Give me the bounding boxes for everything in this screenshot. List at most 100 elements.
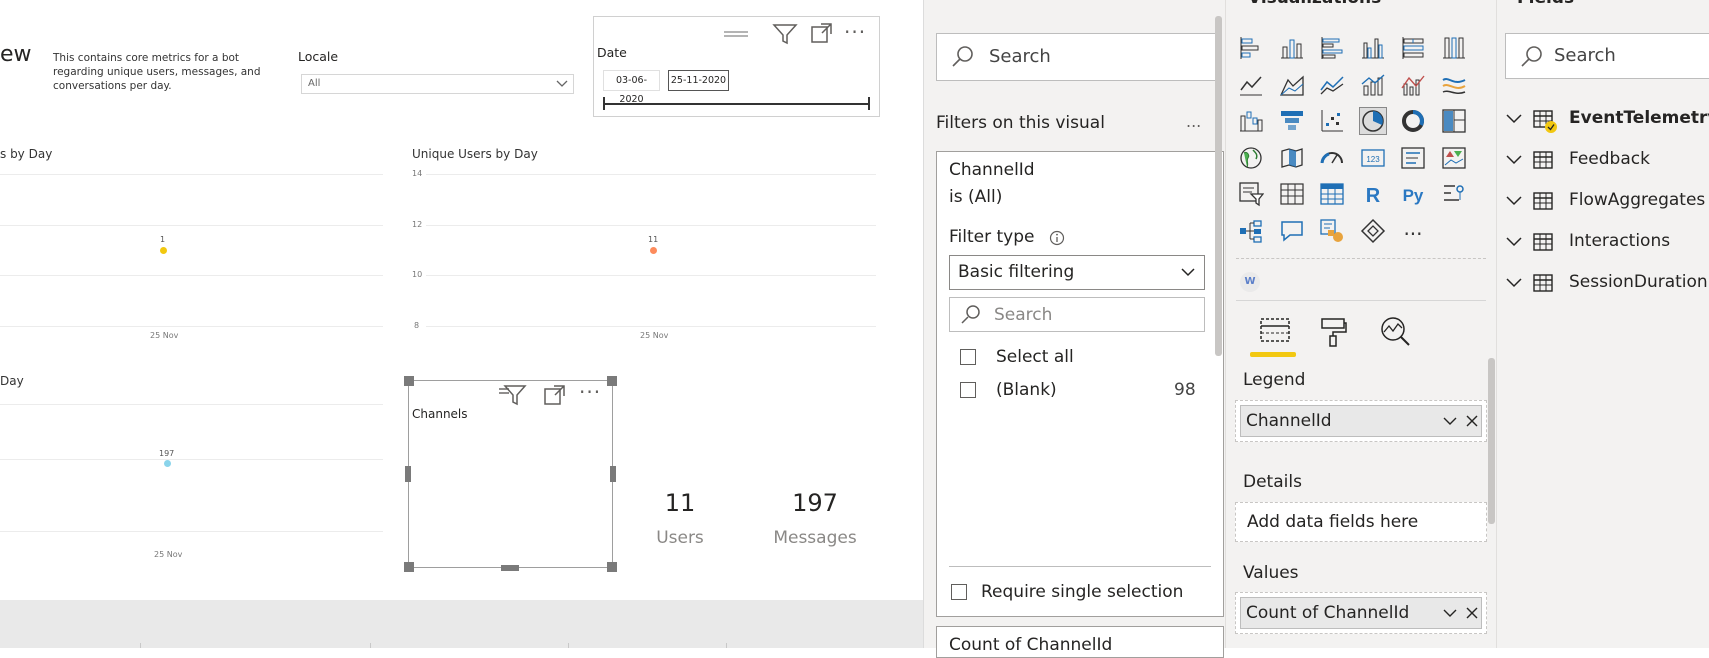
resize-handle[interactable] — [607, 562, 617, 572]
remove-field-icon[interactable] — [1464, 605, 1480, 621]
chevron-down-icon[interactable] — [1505, 277, 1523, 289]
values-field-pill[interactable]: Count of ChannelId — [1240, 597, 1482, 629]
fields-search-box[interactable]: Search — [1505, 33, 1709, 79]
remove-field-icon[interactable] — [1464, 413, 1480, 429]
drag-handle-icon[interactable] — [722, 27, 750, 39]
legend-field-pill[interactable]: ChannelId — [1240, 405, 1482, 437]
values-well[interactable]: Count of ChannelId — [1235, 592, 1487, 634]
filters-scrollbar[interactable] — [1215, 16, 1222, 356]
100-stacked-bar-chart-icon[interactable] — [1400, 35, 1426, 61]
filter-values-search[interactable]: Search — [949, 297, 1205, 332]
field-table-row[interactable]: EventTelemetry — [1497, 104, 1709, 134]
waterfall-chart-icon[interactable] — [1238, 108, 1264, 134]
field-table-row[interactable]: SessionDuration — [1497, 268, 1709, 298]
chevron-down-icon[interactable] — [1505, 195, 1523, 207]
decomposition-tree-icon[interactable] — [1238, 218, 1264, 244]
legend-well[interactable]: ChannelId — [1235, 400, 1487, 442]
r-visual-icon[interactable]: R — [1360, 181, 1386, 207]
date-slicer[interactable]: ··· Date 03-06-2020 25-11-2020 — [593, 16, 880, 117]
blank-checkbox[interactable] — [960, 382, 976, 398]
field-table-row[interactable]: Feedback — [1497, 145, 1709, 175]
data-point[interactable] — [160, 247, 167, 254]
details-well-label: Details — [1243, 472, 1302, 492]
filter-field-name: ChannelId — [949, 160, 1035, 180]
line-and-stacked-column-icon[interactable] — [1360, 72, 1386, 98]
key-influencers-icon[interactable] — [1441, 181, 1467, 207]
format-paint-roller-icon[interactable] — [1318, 316, 1348, 348]
channels-visual[interactable]: Channels ··· — [408, 380, 613, 568]
chevron-down-icon[interactable] — [1442, 415, 1458, 427]
resize-handle[interactable] — [405, 466, 411, 482]
date-start-input[interactable]: 03-06-2020 — [603, 70, 660, 105]
donut-chart-icon[interactable] — [1400, 108, 1426, 134]
stacked-bar-chart-icon[interactable] — [1238, 35, 1264, 61]
ribbon-chart-icon[interactable] — [1441, 72, 1467, 98]
resize-handle[interactable] — [404, 562, 414, 572]
filter-card[interactable]: ChannelId is (All) Filter type Basic fil… — [936, 151, 1224, 617]
matrix-icon[interactable] — [1319, 181, 1345, 207]
info-icon[interactable] — [1049, 230, 1065, 246]
pie-chart-icon[interactable] — [1358, 107, 1387, 135]
focus-mode-icon[interactable] — [543, 384, 567, 406]
data-point[interactable] — [164, 460, 171, 467]
gauge-icon[interactable] — [1319, 145, 1345, 171]
line-and-clustered-column-icon[interactable] — [1400, 72, 1426, 98]
analytics-magnifier-icon[interactable] — [1378, 316, 1412, 348]
resize-handle[interactable] — [501, 565, 519, 571]
filters-more-icon[interactable]: ... — [1186, 112, 1201, 131]
chevron-down-icon[interactable] — [1505, 113, 1523, 125]
details-well[interactable]: Add data fields here — [1235, 502, 1487, 542]
power-apps-icon[interactable] — [1360, 218, 1386, 244]
filter-icon[interactable] — [772, 22, 798, 46]
more-visuals-icon[interactable]: ... — [1400, 218, 1426, 244]
multi-row-card-icon[interactable] — [1400, 145, 1426, 171]
map-icon[interactable] — [1238, 145, 1264, 171]
stacked-column-chart-icon[interactable] — [1279, 35, 1305, 61]
field-table-row[interactable]: Interactions — [1497, 227, 1709, 257]
legend-field-name: ChannelId — [1246, 411, 1332, 431]
date-range-slider[interactable] — [604, 103, 869, 105]
select-all-checkbox[interactable] — [960, 349, 976, 365]
scatter-chart-icon[interactable] — [1319, 108, 1345, 134]
resize-handle[interactable] — [610, 466, 616, 482]
kpi-icon[interactable] — [1441, 145, 1467, 171]
users-card-value: 11 — [664, 489, 696, 517]
stacked-area-chart-icon[interactable] — [1319, 72, 1345, 98]
line-chart-icon[interactable] — [1238, 72, 1264, 98]
data-point[interactable] — [650, 247, 657, 254]
treemap-icon[interactable] — [1441, 108, 1467, 134]
locale-dropdown[interactable]: All — [301, 74, 574, 94]
area-chart-icon[interactable] — [1279, 72, 1305, 98]
date-end-input[interactable]: 25-11-2020 — [668, 70, 729, 91]
slider-handle-end[interactable] — [868, 97, 870, 110]
qa-icon[interactable] — [1279, 218, 1305, 244]
smart-narrative-icon[interactable] — [1319, 218, 1345, 244]
require-single-checkbox[interactable] — [951, 584, 967, 600]
filled-map-icon[interactable] — [1279, 145, 1305, 171]
custom-visual-icon[interactable]: W — [1240, 272, 1260, 292]
chevron-down-icon[interactable] — [1442, 607, 1458, 619]
chevron-down-icon[interactable] — [1505, 236, 1523, 248]
funnel-chart-icon[interactable] — [1279, 108, 1305, 134]
card-icon[interactable]: 123 — [1360, 145, 1386, 171]
python-visual-icon[interactable]: Py — [1400, 181, 1426, 207]
table-icon[interactable] — [1279, 181, 1305, 207]
100-stacked-column-chart-icon[interactable] — [1441, 35, 1467, 61]
filter-card-partial[interactable]: Count of ChannelId — [936, 626, 1224, 658]
clustered-bar-chart-icon[interactable] — [1319, 35, 1345, 61]
filter-icon[interactable] — [497, 383, 527, 407]
resize-handle[interactable] — [607, 376, 617, 386]
more-options-icon[interactable]: ··· — [579, 380, 601, 404]
clustered-column-chart-icon[interactable] — [1360, 35, 1386, 61]
filter-type-dropdown[interactable]: Basic filtering — [949, 255, 1205, 290]
slicer-icon[interactable] — [1238, 181, 1265, 207]
fields-tab-icon[interactable] — [1258, 316, 1292, 346]
filters-search-box[interactable]: Search — [936, 33, 1218, 81]
chevron-down-icon[interactable] — [1505, 154, 1523, 166]
field-table-row[interactable]: FlowAggregates — [1497, 186, 1709, 216]
resize-handle[interactable] — [404, 376, 414, 386]
more-options-icon[interactable]: ··· — [844, 20, 866, 44]
viz-scrollbar[interactable] — [1488, 358, 1495, 524]
slider-handle-start[interactable] — [603, 97, 605, 110]
focus-mode-icon[interactable] — [810, 22, 834, 44]
